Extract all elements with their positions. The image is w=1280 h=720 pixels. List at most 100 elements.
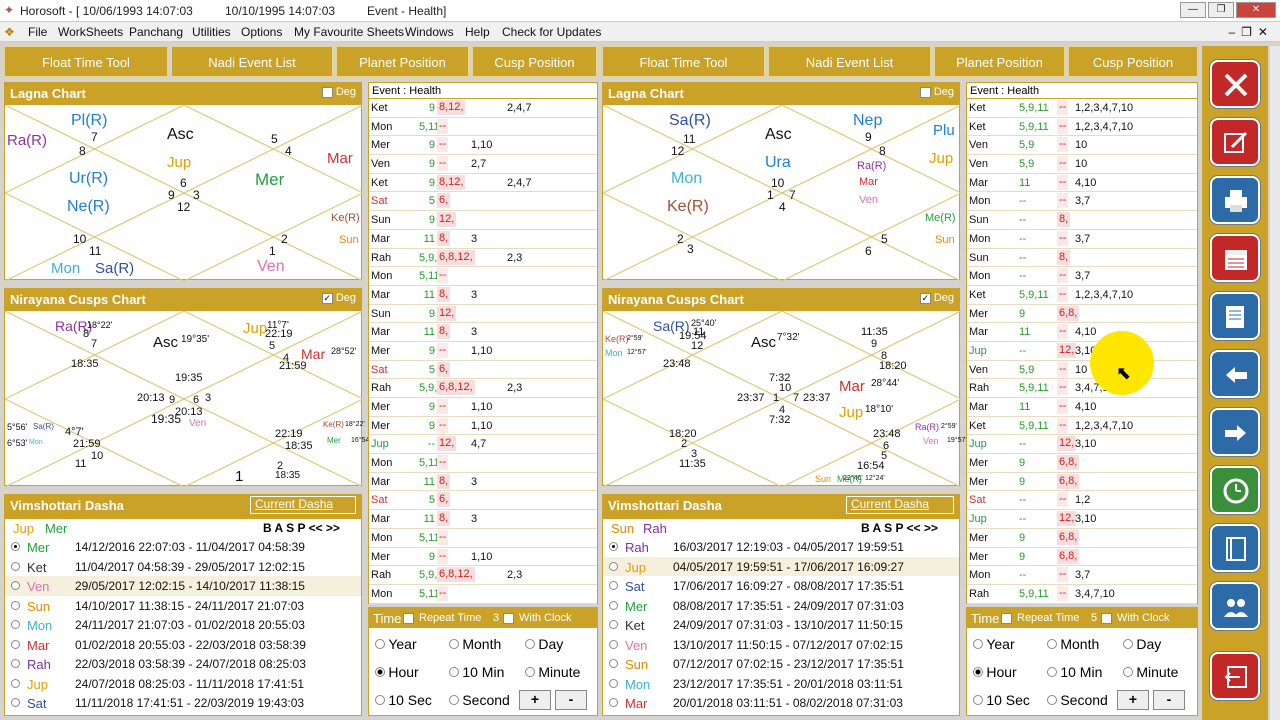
dasha-radio[interactable] bbox=[11, 542, 20, 551]
event-row[interactable]: Mon -- -- 3,7 bbox=[967, 267, 1197, 286]
time-option-10-min[interactable]: 10 Min bbox=[1047, 664, 1102, 680]
dasha-radio[interactable] bbox=[609, 542, 618, 551]
dasha-nav-buttons[interactable]: B A S P << >> bbox=[263, 522, 340, 534]
event-row[interactable]: Sun -- 8, bbox=[967, 249, 1197, 268]
event-row[interactable]: Jup -- 12, 3,10 bbox=[967, 510, 1197, 529]
cusp-position-button[interactable]: Cusp Position bbox=[472, 46, 597, 77]
time-radio[interactable] bbox=[1047, 639, 1057, 649]
time-radio[interactable] bbox=[1047, 667, 1057, 677]
print-button[interactable] bbox=[1210, 176, 1260, 224]
close-button[interactable]: ✕ bbox=[1236, 2, 1276, 18]
dasha-row[interactable]: Mon 23/12/2017 17:35:51 - 20/01/2018 03:1… bbox=[603, 674, 959, 694]
menu-worksheets[interactable]: WorkSheets bbox=[58, 25, 123, 39]
dasha-radio[interactable] bbox=[11, 659, 20, 668]
users-button[interactable] bbox=[1210, 582, 1260, 630]
deg-checkbox-cusps[interactable]: ✓ bbox=[321, 292, 333, 304]
dasha-row[interactable]: Sat 11/11/2018 17:41:51 - 22/03/2019 19:4… bbox=[5, 693, 361, 713]
time-option-10-sec[interactable]: 10 Sec bbox=[973, 692, 1030, 708]
dasha-row[interactable]: Rah 22/03/2018 03:58:39 - 24/07/2018 08:2… bbox=[5, 654, 361, 674]
event-row[interactable]: Mar 11 8, 3 bbox=[369, 510, 597, 529]
planet-position-button[interactable]: Planet Position bbox=[336, 46, 469, 77]
mdi-window-buttons[interactable]: –❐✕ bbox=[1229, 25, 1275, 39]
event-row[interactable]: Ket 5,9,11 -- 1,2,3,4,7,10 bbox=[967, 99, 1197, 118]
dasha-row[interactable]: Sun 07/12/2017 07:02:15 - 23/12/2017 17:3… bbox=[603, 654, 959, 674]
event-row[interactable]: Ket 9 8,12, 2,4,7 bbox=[369, 99, 597, 118]
dasha-radio[interactable] bbox=[609, 698, 618, 707]
current-dasha-button[interactable]: Current Dasha bbox=[250, 496, 356, 514]
event-row[interactable]: Mar 11 -- 4,10 bbox=[967, 323, 1197, 342]
dasha-radio[interactable] bbox=[609, 620, 618, 629]
edit-button[interactable] bbox=[1210, 118, 1260, 166]
dasha-radio[interactable] bbox=[11, 581, 20, 590]
event-row[interactable]: Mar 11 8, 3 bbox=[369, 323, 597, 342]
dasha-radio[interactable] bbox=[11, 620, 20, 629]
event-row[interactable]: Ket 5,9,11 -- 1,2,3,4,7,10 bbox=[967, 286, 1197, 305]
time-radio[interactable] bbox=[375, 639, 385, 649]
event-row[interactable]: Mon 5,11 -- bbox=[369, 267, 597, 286]
time-option-day[interactable]: Day bbox=[525, 636, 563, 652]
time-option-minute[interactable]: Minute bbox=[525, 664, 580, 680]
deg-checkbox-cusps-r[interactable]: ✓ bbox=[919, 292, 931, 304]
event-row[interactable]: Mer 9 6,8, bbox=[967, 305, 1197, 324]
dasha-radio[interactable] bbox=[609, 600, 618, 610]
time-radio[interactable] bbox=[375, 695, 385, 705]
plus-button[interactable]: + bbox=[519, 690, 551, 710]
event-row[interactable]: Jup -- 12, 3,10 bbox=[967, 435, 1197, 455]
event-row[interactable]: Mar 11 8, 3 bbox=[369, 286, 597, 305]
menu-file[interactable]: File bbox=[28, 25, 47, 39]
plus-button[interactable]: + bbox=[1117, 690, 1149, 710]
event-row[interactable]: Sat 5 6, bbox=[369, 491, 597, 511]
exit-button[interactable] bbox=[1210, 652, 1260, 700]
time-radio[interactable] bbox=[973, 695, 983, 705]
document-button[interactable] bbox=[1210, 292, 1260, 340]
float-time-tool-button-r[interactable]: Float Time Tool bbox=[602, 46, 765, 77]
menu-favourites[interactable]: My Favourite Sheets bbox=[294, 25, 404, 39]
event-row[interactable]: Ket 9 8,12, 2,4,7 bbox=[369, 174, 597, 193]
dasha-row[interactable]: Mar 01/02/2018 20:55:03 - 22/03/2018 03:5… bbox=[5, 635, 361, 655]
repeat-time-value-r[interactable]: 5 bbox=[1091, 613, 1097, 624]
time-radio[interactable] bbox=[973, 667, 983, 677]
menu-updates[interactable]: Check for Updates bbox=[502, 25, 601, 39]
repeat-time-checkbox[interactable] bbox=[403, 613, 414, 624]
dasha-radio[interactable] bbox=[11, 678, 20, 688]
event-row[interactable]: Mer 9 6,8, bbox=[967, 548, 1197, 567]
nadi-event-list-button[interactable]: Nadi Event List bbox=[171, 46, 333, 77]
event-row[interactable]: Mer 9 -- 1,10 bbox=[369, 548, 597, 567]
time-option-day[interactable]: Day bbox=[1123, 636, 1161, 652]
event-row[interactable]: Ket 5,9,11 -- 1,2,3,4,7,10 bbox=[967, 417, 1197, 436]
dasha-radio[interactable] bbox=[11, 639, 20, 649]
event-row[interactable]: Mer 9 -- 1,10 bbox=[369, 398, 597, 417]
dasha-row[interactable]: Sun 14/10/2017 11:38:15 - 24/11/2017 21:0… bbox=[5, 596, 361, 616]
calendar-button[interactable] bbox=[1210, 234, 1260, 282]
cusp-position-button-r[interactable]: Cusp Position bbox=[1068, 46, 1198, 77]
time-option-10-min[interactable]: 10 Min bbox=[449, 664, 504, 680]
event-row[interactable]: Mon -- -- 3,7 bbox=[967, 566, 1197, 585]
time-radio[interactable] bbox=[525, 667, 535, 677]
event-row[interactable]: Rah 5,9,11 -- 3,4,7,10 bbox=[967, 585, 1197, 604]
minus-button[interactable]: - bbox=[1153, 690, 1185, 710]
vertical-scrollbar[interactable] bbox=[1270, 46, 1280, 720]
dasha-row[interactable]: Ket 24/09/2017 07:31:03 - 13/10/2017 11:5… bbox=[603, 615, 959, 635]
dasha-radio[interactable] bbox=[11, 561, 20, 571]
repeat-time-checkbox-r[interactable] bbox=[1001, 613, 1012, 624]
event-row[interactable]: Mer 9 6,8, bbox=[967, 473, 1197, 492]
event-row[interactable]: Mon 5,11 -- bbox=[369, 454, 597, 473]
event-row[interactable]: Ven 9 -- 2,7 bbox=[369, 155, 597, 174]
tools-button[interactable] bbox=[1210, 60, 1260, 108]
time-option-year[interactable]: Year bbox=[375, 636, 417, 652]
event-row[interactable]: Sat 5 6, bbox=[369, 192, 597, 212]
menu-help[interactable]: Help bbox=[465, 25, 490, 39]
dasha-row[interactable]: Rah 16/03/2017 12:19:03 - 04/05/2017 19:5… bbox=[603, 537, 959, 557]
dasha-radio[interactable] bbox=[609, 639, 618, 649]
time-radio[interactable] bbox=[375, 667, 385, 677]
time-radio[interactable] bbox=[449, 639, 459, 649]
event-row[interactable]: Mon 5,11 -- bbox=[369, 118, 597, 137]
menu-options[interactable]: Options bbox=[241, 25, 282, 39]
event-row[interactable]: Mar 11 8, 3 bbox=[369, 473, 597, 492]
current-dasha-button-r[interactable]: Current Dasha bbox=[846, 496, 954, 514]
event-row[interactable]: Rah 5,9,11 6,8,12, 2,3 bbox=[369, 566, 597, 585]
notebook-button[interactable] bbox=[1210, 524, 1260, 572]
dasha-row[interactable]: Ket 11/04/2017 04:58:39 - 29/05/2017 12:0… bbox=[5, 557, 361, 577]
menu-panchang[interactable]: Panchang bbox=[129, 25, 183, 39]
dasha-row[interactable]: Mon 24/11/2017 21:07:03 - 01/02/2018 20:5… bbox=[5, 615, 361, 635]
